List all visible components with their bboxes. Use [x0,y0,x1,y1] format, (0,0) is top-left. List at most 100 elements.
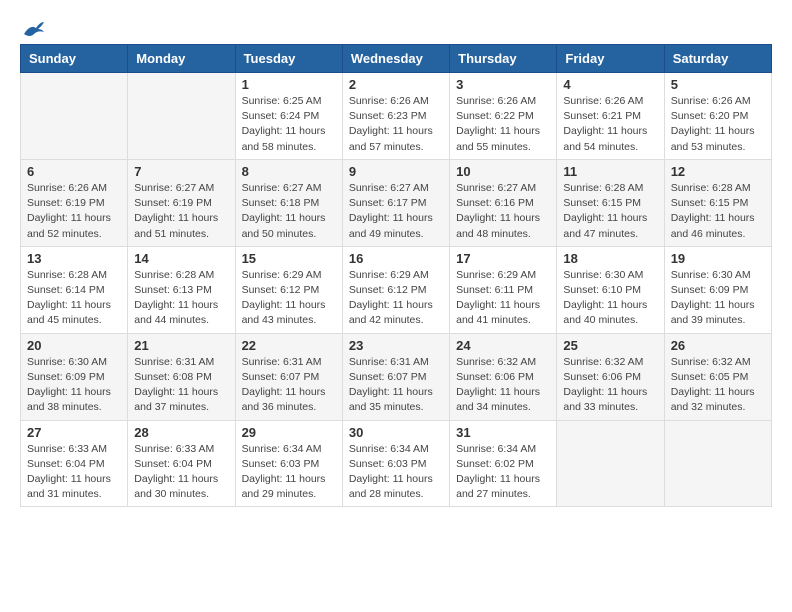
calendar-week-3: 13 Sunrise: 6:28 AM Sunset: 6:14 PM Dayli… [21,246,772,333]
day-info: Sunrise: 6:27 AM Sunset: 6:17 PM Dayligh… [349,181,443,242]
calendar-cell: 13 Sunrise: 6:28 AM Sunset: 6:14 PM Dayli… [21,246,128,333]
calendar-cell: 17 Sunrise: 6:29 AM Sunset: 6:11 PM Dayli… [450,246,557,333]
day-number: 4 [563,77,657,92]
logo-bird-icon [22,20,44,38]
day-number: 11 [563,164,657,179]
calendar-cell: 11 Sunrise: 6:28 AM Sunset: 6:15 PM Dayli… [557,159,664,246]
day-number: 6 [27,164,121,179]
calendar-cell: 30 Sunrise: 6:34 AM Sunset: 6:03 PM Dayli… [342,420,449,507]
calendar-week-1: 1 Sunrise: 6:25 AM Sunset: 6:24 PM Daylig… [21,73,772,160]
day-number: 8 [242,164,336,179]
day-info: Sunrise: 6:28 AM Sunset: 6:15 PM Dayligh… [563,181,657,242]
calendar-cell: 10 Sunrise: 6:27 AM Sunset: 6:16 PM Dayli… [450,159,557,246]
day-info: Sunrise: 6:31 AM Sunset: 6:07 PM Dayligh… [242,355,336,416]
calendar-cell: 1 Sunrise: 6:25 AM Sunset: 6:24 PM Daylig… [235,73,342,160]
day-number: 31 [456,425,550,440]
day-info: Sunrise: 6:30 AM Sunset: 6:09 PM Dayligh… [27,355,121,416]
day-number: 13 [27,251,121,266]
day-number: 21 [134,338,228,353]
calendar-cell: 23 Sunrise: 6:31 AM Sunset: 6:07 PM Dayli… [342,333,449,420]
calendar-cell: 3 Sunrise: 6:26 AM Sunset: 6:22 PM Daylig… [450,73,557,160]
day-info: Sunrise: 6:27 AM Sunset: 6:16 PM Dayligh… [456,181,550,242]
calendar-week-2: 6 Sunrise: 6:26 AM Sunset: 6:19 PM Daylig… [21,159,772,246]
day-info: Sunrise: 6:34 AM Sunset: 6:02 PM Dayligh… [456,442,550,503]
calendar-header-friday: Friday [557,45,664,73]
page-header [20,20,772,34]
calendar-cell: 9 Sunrise: 6:27 AM Sunset: 6:17 PM Daylig… [342,159,449,246]
day-info: Sunrise: 6:29 AM Sunset: 6:12 PM Dayligh… [349,268,443,329]
day-number: 10 [456,164,550,179]
day-info: Sunrise: 6:33 AM Sunset: 6:04 PM Dayligh… [134,442,228,503]
calendar-cell: 16 Sunrise: 6:29 AM Sunset: 6:12 PM Dayli… [342,246,449,333]
calendar-cell: 5Sunrise: 6:26 AM Sunset: 6:20 PM Daylig… [664,73,771,160]
calendar-cell: 20 Sunrise: 6:30 AM Sunset: 6:09 PM Dayli… [21,333,128,420]
day-info: Sunrise: 6:32 AM Sunset: 6:05 PM Dayligh… [671,355,765,416]
calendar-table: SundayMondayTuesdayWednesdayThursdayFrid… [20,44,772,507]
day-info: Sunrise: 6:28 AM Sunset: 6:15 PM Dayligh… [671,181,765,242]
calendar-cell [664,420,771,507]
calendar-header-wednesday: Wednesday [342,45,449,73]
day-info: Sunrise: 6:33 AM Sunset: 6:04 PM Dayligh… [27,442,121,503]
calendar-cell: 27 Sunrise: 6:33 AM Sunset: 6:04 PM Dayli… [21,420,128,507]
day-number: 16 [349,251,443,266]
day-info: Sunrise: 6:26 AM Sunset: 6:19 PM Dayligh… [27,181,121,242]
day-number: 28 [134,425,228,440]
day-number: 26 [671,338,765,353]
calendar-header-tuesday: Tuesday [235,45,342,73]
day-info: Sunrise: 6:27 AM Sunset: 6:19 PM Dayligh… [134,181,228,242]
calendar-cell: 15Sunrise: 6:29 AM Sunset: 6:12 PM Dayli… [235,246,342,333]
day-info: Sunrise: 6:31 AM Sunset: 6:08 PM Dayligh… [134,355,228,416]
calendar-cell: 12Sunrise: 6:28 AM Sunset: 6:15 PM Dayli… [664,159,771,246]
day-info: Sunrise: 6:32 AM Sunset: 6:06 PM Dayligh… [456,355,550,416]
day-number: 1 [242,77,336,92]
day-info: Sunrise: 6:34 AM Sunset: 6:03 PM Dayligh… [349,442,443,503]
day-info: Sunrise: 6:32 AM Sunset: 6:06 PM Dayligh… [563,355,657,416]
day-info: Sunrise: 6:30 AM Sunset: 6:09 PM Dayligh… [671,268,765,329]
day-number: 27 [27,425,121,440]
calendar-cell [557,420,664,507]
day-number: 14 [134,251,228,266]
day-info: Sunrise: 6:28 AM Sunset: 6:14 PM Dayligh… [27,268,121,329]
calendar-cell: 26 Sunrise: 6:32 AM Sunset: 6:05 PM Dayli… [664,333,771,420]
calendar-cell [21,73,128,160]
day-info: Sunrise: 6:26 AM Sunset: 6:22 PM Dayligh… [456,94,550,155]
day-number: 25 [563,338,657,353]
day-info: Sunrise: 6:26 AM Sunset: 6:23 PM Dayligh… [349,94,443,155]
day-number: 2 [349,77,443,92]
day-number: 29 [242,425,336,440]
day-info: Sunrise: 6:26 AM Sunset: 6:20 PM Dayligh… [671,94,765,155]
calendar-cell: 29 Sunrise: 6:34 AM Sunset: 6:03 PM Dayli… [235,420,342,507]
calendar-week-5: 27 Sunrise: 6:33 AM Sunset: 6:04 PM Dayli… [21,420,772,507]
day-number: 20 [27,338,121,353]
day-number: 17 [456,251,550,266]
calendar-cell: 6 Sunrise: 6:26 AM Sunset: 6:19 PM Daylig… [21,159,128,246]
calendar-cell: 19 Sunrise: 6:30 AM Sunset: 6:09 PM Dayli… [664,246,771,333]
day-info: Sunrise: 6:30 AM Sunset: 6:10 PM Dayligh… [563,268,657,329]
day-number: 30 [349,425,443,440]
calendar-header-row: SundayMondayTuesdayWednesdayThursdayFrid… [21,45,772,73]
day-info: Sunrise: 6:26 AM Sunset: 6:21 PM Dayligh… [563,94,657,155]
calendar-cell: 31 Sunrise: 6:34 AM Sunset: 6:02 PM Dayli… [450,420,557,507]
day-number: 23 [349,338,443,353]
calendar-cell: 8 Sunrise: 6:27 AM Sunset: 6:18 PM Daylig… [235,159,342,246]
day-number: 22 [242,338,336,353]
day-info: Sunrise: 6:29 AM Sunset: 6:11 PM Dayligh… [456,268,550,329]
calendar-cell: 4 Sunrise: 6:26 AM Sunset: 6:21 PM Daylig… [557,73,664,160]
day-info: Sunrise: 6:31 AM Sunset: 6:07 PM Dayligh… [349,355,443,416]
calendar-cell: 22 Sunrise: 6:31 AM Sunset: 6:07 PM Dayli… [235,333,342,420]
calendar-cell: 2 Sunrise: 6:26 AM Sunset: 6:23 PM Daylig… [342,73,449,160]
logo [20,20,46,34]
day-info: Sunrise: 6:25 AM Sunset: 6:24 PM Dayligh… [242,94,336,155]
day-number: 19 [671,251,765,266]
day-number: 18 [563,251,657,266]
day-info: Sunrise: 6:27 AM Sunset: 6:18 PM Dayligh… [242,181,336,242]
day-number: 9 [349,164,443,179]
calendar-cell: 25 Sunrise: 6:32 AM Sunset: 6:06 PM Dayli… [557,333,664,420]
day-info: Sunrise: 6:34 AM Sunset: 6:03 PM Dayligh… [242,442,336,503]
calendar-cell: 24Sunrise: 6:32 AM Sunset: 6:06 PM Dayli… [450,333,557,420]
calendar-cell: 14Sunrise: 6:28 AM Sunset: 6:13 PM Dayli… [128,246,235,333]
calendar-cell: 28 Sunrise: 6:33 AM Sunset: 6:04 PM Dayli… [128,420,235,507]
day-number: 3 [456,77,550,92]
calendar-cell [128,73,235,160]
day-number: 15 [242,251,336,266]
